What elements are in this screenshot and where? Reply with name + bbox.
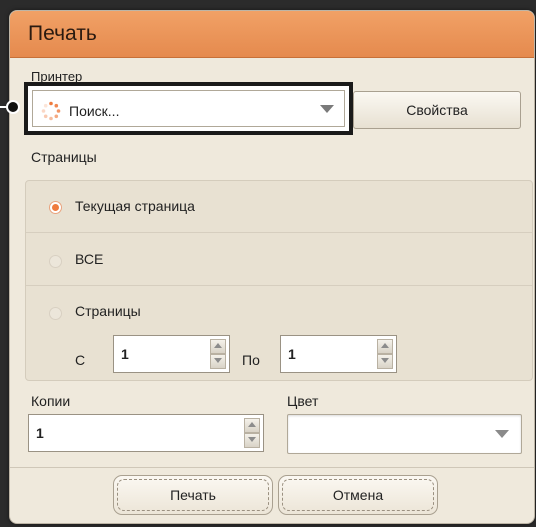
radio-page-range-label[interactable]: Страницы — [75, 303, 141, 319]
chevron-down-icon — [320, 104, 334, 113]
to-page-field[interactable]: 1 — [280, 335, 397, 373]
stepper-down-icon[interactable] — [244, 433, 260, 448]
from-label: С — [75, 352, 86, 368]
from-page-stepper[interactable] — [210, 339, 226, 369]
color-label: Цвет — [287, 393, 319, 409]
dialog-title: Печать — [28, 22, 97, 45]
radio-page-range[interactable] — [49, 307, 62, 320]
cancel-button-label: Отмена — [282, 479, 434, 511]
radio-current-page[interactable] — [49, 201, 62, 214]
row-separator — [26, 285, 532, 286]
properties-button[interactable]: Свойства — [353, 91, 521, 129]
print-button-label: Печать — [117, 479, 269, 511]
cancel-button[interactable]: Отмена — [278, 475, 438, 515]
pointer-dot — [6, 100, 20, 114]
color-dropdown[interactable] — [287, 414, 522, 454]
pages-panel: Текущая страница ВСЕ Страницы С 1 По 1 — [25, 180, 533, 381]
stepper-up-icon[interactable] — [210, 339, 226, 354]
copies-field[interactable]: 1 — [28, 414, 264, 452]
copies-value: 1 — [36, 425, 44, 441]
chevron-down-icon — [495, 430, 509, 438]
copies-label: Копии — [31, 393, 71, 409]
row-separator — [26, 232, 532, 233]
loading-spinner-icon — [41, 101, 61, 121]
radio-all-pages-label[interactable]: ВСЕ — [75, 251, 103, 267]
to-page-value: 1 — [288, 346, 296, 362]
stepper-up-icon[interactable] — [244, 418, 260, 433]
print-button[interactable]: Печать — [113, 475, 273, 515]
to-page-stepper[interactable] — [377, 339, 393, 369]
stepper-down-icon[interactable] — [210, 354, 226, 369]
printer-combo-focus-ring: Поиск... — [24, 82, 353, 135]
stepper-down-icon[interactable] — [377, 354, 393, 369]
pages-label: Страницы — [31, 149, 97, 165]
from-page-field[interactable]: 1 — [113, 335, 230, 373]
footer-divider — [10, 467, 534, 468]
radio-current-page-label[interactable]: Текущая страница — [75, 198, 195, 214]
to-label: По — [242, 352, 260, 368]
titlebar: Печать — [10, 11, 534, 58]
printer-selected: Поиск... — [69, 103, 120, 119]
stepper-up-icon[interactable] — [377, 339, 393, 354]
radio-all-pages[interactable] — [49, 255, 62, 268]
from-page-value: 1 — [121, 346, 129, 362]
printer-dropdown[interactable]: Поиск... — [32, 90, 345, 127]
copies-stepper[interactable] — [244, 418, 260, 448]
